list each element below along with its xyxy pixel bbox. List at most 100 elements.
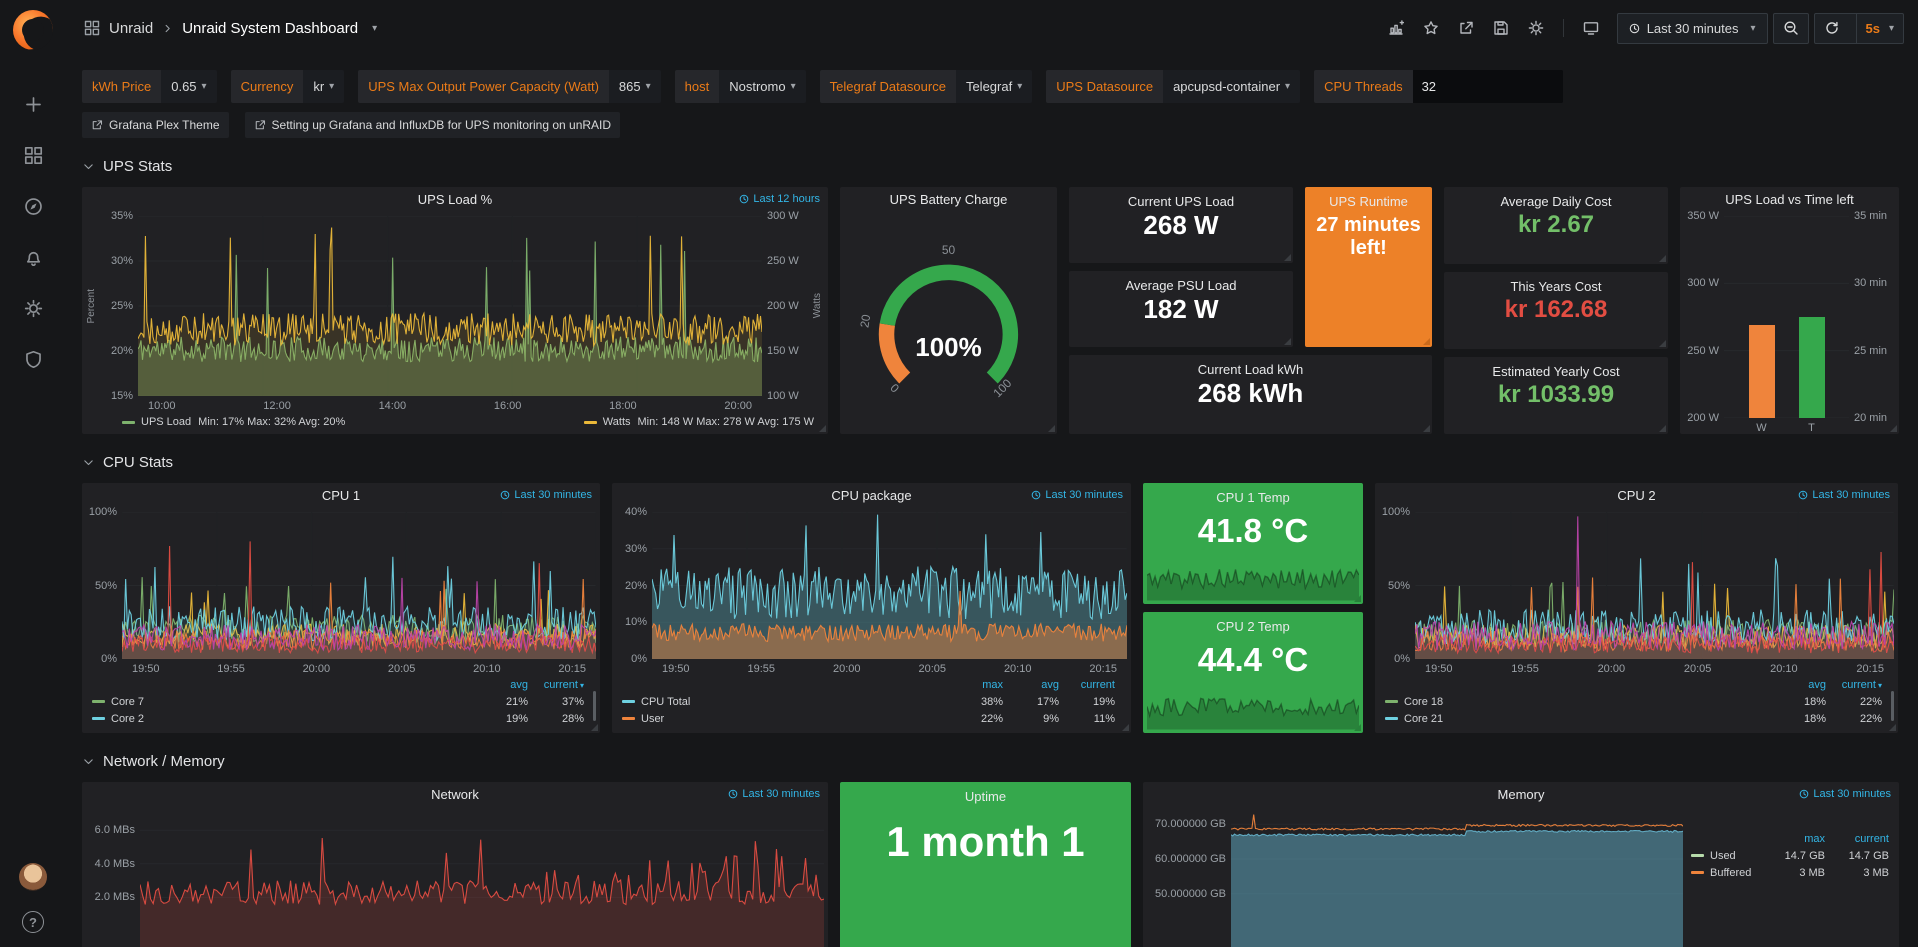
panel-title[interactable]: Average PSU Load xyxy=(1125,278,1236,293)
legend-header-avg[interactable]: avg xyxy=(1770,679,1826,691)
zoom-out-button[interactable] xyxy=(1773,13,1809,44)
legend-series-name[interactable]: Core 2 xyxy=(92,713,472,725)
legend-series-name[interactable]: Watts xyxy=(603,416,631,428)
panel-title[interactable]: Estimated Yearly Cost xyxy=(1492,364,1619,379)
cycle-view-mode-button[interactable] xyxy=(1576,13,1606,43)
sidebar-item-alerting[interactable] xyxy=(21,245,45,269)
legend-header-max[interactable]: max xyxy=(947,679,1003,691)
dashboard-link-ups-guide[interactable]: Setting up Grafana and InfluxDB for UPS … xyxy=(245,112,621,138)
panel-title[interactable]: CPU 2 xyxy=(1617,488,1655,503)
panel-title[interactable]: CPU package xyxy=(831,488,911,503)
plot-area[interactable] xyxy=(140,811,824,947)
legend-scrollbar[interactable] xyxy=(1891,691,1894,721)
save-dashboard-button[interactable] xyxy=(1486,13,1516,43)
plot-area[interactable] xyxy=(1415,512,1894,659)
panel-title[interactable]: This Years Cost xyxy=(1510,279,1601,294)
add-panel-button[interactable] xyxy=(1381,13,1411,43)
breadcrumb-folder[interactable]: Unraid xyxy=(109,20,153,37)
share-dashboard-button[interactable] xyxy=(1451,13,1481,43)
variable-value[interactable]: Telegraf▾ xyxy=(956,70,1032,103)
section-network-memory[interactable]: Network / Memory xyxy=(82,746,1902,776)
bar-T[interactable] xyxy=(1799,317,1825,418)
legend-header-current[interactable]: current xyxy=(1059,679,1115,691)
section-ups-stats[interactable]: UPS Stats xyxy=(82,151,1902,181)
legend-series-name[interactable]: Core 7 xyxy=(92,696,472,708)
legend-header-avg[interactable]: avg xyxy=(1003,679,1059,691)
sidebar-item-configuration[interactable] xyxy=(21,296,45,320)
variable-currency[interactable]: Currency kr▾ xyxy=(231,70,345,103)
panel-title[interactable]: UPS Battery Charge xyxy=(890,192,1008,207)
network-graph[interactable]: 6.0 MBs4.0 MBs2.0 MBs xyxy=(82,807,828,947)
dashboard-settings-button[interactable] xyxy=(1521,13,1551,43)
refresh-button[interactable] xyxy=(1815,14,1849,43)
variable-telegraf-datasource[interactable]: Telegraf Datasource Telegraf▾ xyxy=(820,70,1033,103)
sidebar-item-explore[interactable] xyxy=(21,194,45,218)
legend-header-avg[interactable]: avg xyxy=(472,679,528,691)
panel-title[interactable]: UPS Load vs Time left xyxy=(1725,192,1854,207)
variable-ups-max-output[interactable]: UPS Max Output Power Capacity (Watt) 865… xyxy=(358,70,660,103)
variable-kwh-price[interactable]: kWh Price 0.65▾ xyxy=(82,70,217,103)
dashboard-title[interactable]: Unraid System Dashboard xyxy=(182,20,358,37)
legend-series-name[interactable]: Used xyxy=(1691,850,1761,862)
help-icon[interactable]: ? xyxy=(22,911,44,933)
panel-title[interactable]: UPS Load % xyxy=(418,192,492,207)
panel-title[interactable]: Network xyxy=(431,787,479,802)
plot-area[interactable] xyxy=(1231,811,1683,947)
panel-time-override[interactable]: Last 30 minutes xyxy=(500,489,592,501)
variable-cpu-threads[interactable]: CPU Threads xyxy=(1314,70,1563,103)
legend-series-name[interactable]: Buffered xyxy=(1691,867,1761,879)
title-caret-icon[interactable]: ▾ xyxy=(372,23,377,34)
sidebar-item-dashboards[interactable] xyxy=(21,143,45,167)
legend-scrollbar[interactable] xyxy=(593,691,596,721)
sidebar-item-create[interactable] xyxy=(21,92,45,116)
refresh-interval-button[interactable]: 5s ▾ xyxy=(1856,14,1904,43)
variable-value[interactable]: kr▾ xyxy=(303,70,344,103)
ups-load-graph[interactable]: Percent35%30%25%20%15%10:0012:0014:0016:… xyxy=(82,212,828,412)
panel-time-override[interactable]: Last 30 minutes xyxy=(1799,788,1891,800)
panel-title[interactable]: Average Daily Cost xyxy=(1500,194,1611,209)
grafana-logo[interactable] xyxy=(13,10,53,50)
user-avatar[interactable] xyxy=(19,863,47,891)
variable-host[interactable]: host Nostromo▾ xyxy=(675,70,806,103)
panel-time-override[interactable]: Last 12 hours xyxy=(739,193,820,205)
panel-title[interactable]: Uptime xyxy=(965,789,1006,804)
legend-header-current[interactable]: current xyxy=(1825,833,1889,845)
legend-header-current[interactable]: current▾ xyxy=(528,679,584,691)
sidebar-item-server-admin[interactable] xyxy=(21,347,45,371)
panel-time-override[interactable]: Last 30 minutes xyxy=(728,788,820,800)
time-range-picker[interactable]: Last 30 minutes ▾ xyxy=(1617,13,1768,44)
variable-value[interactable]: 865▾ xyxy=(609,70,661,103)
section-cpu-stats[interactable]: CPU Stats xyxy=(82,447,1902,477)
legend-series-name[interactable]: Core 21 xyxy=(1385,713,1770,725)
memory-graph[interactable]: 70.000000 GB60.000000 GB50.000000 GB xyxy=(1143,807,1687,947)
legend-header-max[interactable]: max xyxy=(1761,833,1825,845)
plot-area[interactable] xyxy=(138,216,762,396)
star-dashboard-button[interactable] xyxy=(1416,13,1446,43)
legend-series-name[interactable]: Core 18 xyxy=(1385,696,1770,708)
variable-ups-datasource[interactable]: UPS Datasource apcupsd-container▾ xyxy=(1046,70,1300,103)
panel-title[interactable]: UPS Runtime xyxy=(1329,194,1408,209)
variable-value[interactable]: Nostromo▾ xyxy=(719,70,805,103)
variable-value[interactable]: apcupsd-container▾ xyxy=(1163,70,1300,103)
panel-title[interactable]: Current Load kWh xyxy=(1198,362,1304,377)
cpu1-graph[interactable]: 100%50%0%19:5019:5520:0020:0520:1020:15 xyxy=(82,508,600,675)
legend-series-name[interactable]: UPS Load xyxy=(141,416,191,428)
cpu2-graph[interactable]: 100%50%0%19:5019:5520:0020:0520:1020:15 xyxy=(1375,508,1898,675)
dashboard-link-plex-theme[interactable]: Grafana Plex Theme xyxy=(82,112,229,138)
legend-header-current[interactable]: current▾ xyxy=(1826,679,1882,691)
panel-title[interactable]: CPU 1 Temp xyxy=(1216,490,1289,505)
panel-title[interactable]: Memory xyxy=(1498,787,1545,802)
cpu-threads-input[interactable] xyxy=(1413,70,1563,103)
legend-series-name[interactable]: CPU Total xyxy=(622,696,947,708)
panel-title[interactable]: CPU 1 xyxy=(322,488,360,503)
plot-area[interactable] xyxy=(652,512,1127,659)
panel-title[interactable]: Current UPS Load xyxy=(1128,194,1234,209)
cpu-package-graph[interactable]: 40%30%20%10%0%19:5019:5520:0020:0520:102… xyxy=(612,508,1131,675)
plot-area[interactable] xyxy=(122,512,596,659)
panel-title[interactable]: CPU 2 Temp xyxy=(1216,619,1289,634)
bar-W[interactable] xyxy=(1749,325,1775,418)
variable-value[interactable]: 0.65▾ xyxy=(161,70,216,103)
panel-time-override[interactable]: Last 30 minutes xyxy=(1031,489,1123,501)
panel-time-override[interactable]: Last 30 minutes xyxy=(1798,489,1890,501)
legend-series-name[interactable]: User xyxy=(622,713,947,725)
